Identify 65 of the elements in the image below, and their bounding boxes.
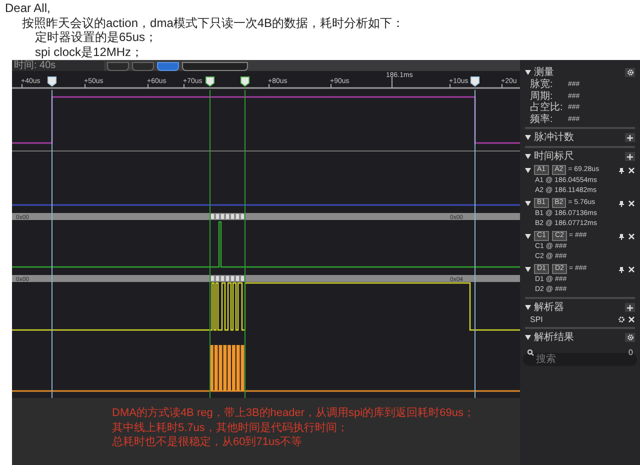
bit-cell [216,276,219,281]
pin-icon[interactable] [618,200,625,206]
pin-icon[interactable] [618,232,625,240]
expanded-arrow-icon[interactable] [525,168,531,172]
time-label: 时间: 40s [12,61,104,71]
expanded-arrow-icon[interactable] [525,200,531,206]
expanded-arrow-icon[interactable] [525,234,531,238]
close-icon[interactable] [628,232,635,240]
bit-cell [241,214,244,219]
close-icon[interactable] [628,200,635,206]
bit-cell [216,214,219,219]
pin-icon[interactable] [618,166,625,174]
cursor-flag-icon[interactable] [240,76,250,87]
cursor-flag-icon[interactable] [48,76,56,87]
measure-label: 占空比: [530,102,564,114]
greeting-text: Dear All, [5,1,50,16]
view-button[interactable] [182,62,248,71]
settings-icon[interactable] [618,316,625,323]
note-line: 其中线上耗时5.7us，其他时间是代码执行时间； [112,420,348,435]
bit-cell [236,214,239,219]
bit-cell [211,214,214,219]
close-icon[interactable] [628,316,635,323]
expanded-arrow-icon[interactable] [525,154,531,159]
bit-cell [231,276,234,281]
run-button[interactable] [107,62,129,71]
bit-cell [221,214,224,219]
section-title[interactable]: 解析结果 [534,332,625,344]
measure-label: 脉宽: [530,79,554,90]
section-title[interactable]: 解析器 [534,302,625,314]
add-button[interactable] [625,303,635,312]
search-icon [527,349,534,356]
bit-cell [226,214,229,219]
cursor-flag-icon[interactable] [206,76,214,87]
detail-text: spi clock是12MHz； [35,44,144,59]
section-title[interactable]: 时间标尺 [534,150,625,162]
add-button[interactable] [625,133,635,142]
settings-button[interactable] [625,333,635,342]
expanded-arrow-icon[interactable] [525,305,531,310]
bit-cell [221,276,224,281]
decoder-name[interactable]: SPI [530,314,615,326]
expanded-arrow-icon[interactable] [525,335,531,340]
expanded-arrow-icon[interactable] [525,70,531,75]
note-line: 总耗时也不是很稳定，从60到71us不等 [112,435,302,450]
bit-cell [241,276,244,281]
bit-cell [231,214,234,219]
close-icon[interactable] [628,166,635,174]
detail-text: 定时器设置的是65us； [35,30,158,44]
expanded-arrow-icon[interactable] [525,266,531,272]
measure-label: 周期: [530,90,554,102]
measure-label: 频率: [530,114,554,125]
settings-button[interactable] [625,68,635,77]
expanded-arrow-icon[interactable] [525,135,531,140]
add-button[interactable] [625,152,635,161]
trigger-button[interactable] [132,62,154,71]
note-line: DMA的方式读4B reg，带上3B的header，从调用spi的库到返回耗时69us； [112,406,474,420]
bit-cell [236,276,239,281]
intro-text: 按照昨天会议的action，dma模式下只读一次4B的数据，耗时分析如下： [22,16,404,30]
section-title[interactable]: 测量 [534,66,625,78]
close-icon[interactable] [628,266,635,272]
stop-button[interactable] [157,62,179,71]
bit-cell [226,276,229,281]
pin-icon[interactable] [618,266,625,272]
cursor-flag-icon[interactable] [470,76,480,87]
section-title[interactable]: 脉冲计数 [534,132,625,144]
bit-cell [211,276,214,281]
